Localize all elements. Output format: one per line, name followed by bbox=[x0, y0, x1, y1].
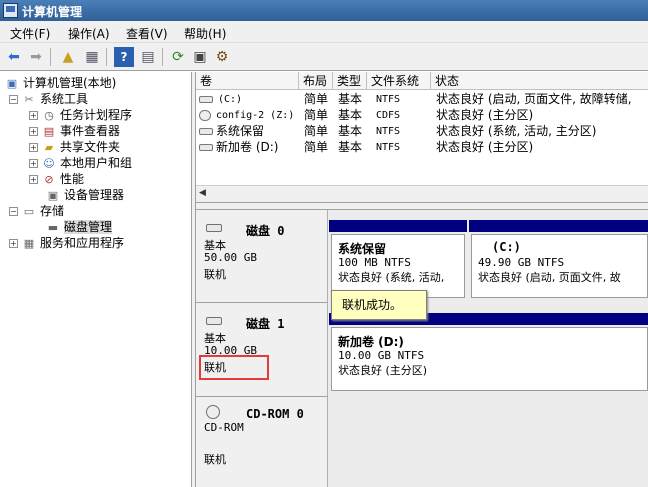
tree-item-performance[interactable]: + ⊘ 性能 bbox=[29, 171, 84, 187]
menu-view[interactable]: 查看(V) bbox=[126, 25, 168, 42]
users-icon: ☺ bbox=[43, 156, 55, 170]
horizontal-scrollbar[interactable]: ◀ bbox=[196, 185, 648, 202]
disk-name: CD-ROM 0 bbox=[246, 407, 304, 421]
partition-system-reserved[interactable]: 系统保留 100 MB NTFS 状态良好 (系统, 活动, bbox=[331, 234, 465, 298]
device-manager-icon: ▣ bbox=[47, 188, 59, 202]
list-header: 卷 布局 类型 文件系统 状态 bbox=[196, 72, 648, 90]
column-volume[interactable]: 卷 bbox=[196, 72, 299, 90]
help-icon[interactable]: ? bbox=[114, 47, 134, 67]
volume-icon bbox=[199, 128, 213, 135]
properties-icon[interactable]: ▤ bbox=[138, 47, 158, 67]
disk-state: 联机 bbox=[204, 268, 226, 281]
menu-help[interactable]: 帮助(H) bbox=[184, 25, 226, 42]
tools-icon: ✂ bbox=[24, 92, 34, 106]
show-hide-tree-icon[interactable]: ▦ bbox=[82, 47, 102, 67]
disk-management-icon: ▬ bbox=[47, 220, 59, 234]
table-row[interactable]: 新加卷 (D:) 简单 基本 NTFS 状态良好 (主分区) bbox=[196, 139, 648, 156]
cdrom-0-info[interactable]: CD-ROM 0 CD-ROM 联机 bbox=[196, 397, 328, 487]
disk-name: 磁盘 0 bbox=[246, 224, 285, 238]
toolbar-separator bbox=[162, 48, 163, 66]
column-status[interactable]: 状态 bbox=[431, 72, 648, 90]
column-type[interactable]: 类型 bbox=[333, 72, 367, 90]
up-folder-icon[interactable]: ▲ bbox=[58, 47, 78, 67]
volume-icon bbox=[199, 144, 213, 151]
tree-item-computer-management[interactable]: ▣ 计算机管理(本地) bbox=[5, 75, 117, 91]
settings-icon[interactable]: ⚙ bbox=[212, 47, 232, 67]
cd-rom-icon bbox=[206, 405, 220, 419]
refresh-icon[interactable]: ⟳ bbox=[168, 47, 188, 67]
scroll-left-icon[interactable]: ◀ bbox=[199, 188, 206, 198]
storage-icon: ▭ bbox=[23, 204, 35, 218]
toolbar-separator bbox=[50, 48, 51, 66]
tree-item-local-users[interactable]: + ☺ 本地用户和组 bbox=[29, 155, 132, 171]
clock-icon: ◷ bbox=[44, 108, 54, 122]
partition-header-bar bbox=[469, 220, 648, 232]
navigation-tree: ▣ 计算机管理(本地) − ✂ 系统工具 + ◷ 任务计划程序 + ▤ 事件查看器 + ▰ 共享文… bbox=[0, 72, 192, 487]
pane-divider[interactable] bbox=[196, 202, 648, 210]
tree-item-services-apps[interactable]: + ▦ 服务和应用程序 bbox=[9, 235, 124, 251]
export-icon[interactable]: ▣ bbox=[190, 47, 210, 67]
forward-arrow-icon[interactable]: ➡ bbox=[26, 47, 46, 67]
services-icon: ▦ bbox=[23, 236, 35, 250]
status-tooltip: 联机成功。 bbox=[331, 290, 427, 320]
menu-file[interactable]: 文件(F) bbox=[10, 25, 50, 42]
disk-graph-view: 磁盘 0 基本 50.00 GB 联机 系统保留 100 MB NTFS 状态良… bbox=[196, 210, 648, 487]
partition-c[interactable]: (C:) 49.90 GB NTFS 状态良好 (启动, 页面文件, 故 bbox=[471, 234, 648, 298]
computer-management-icon bbox=[3, 3, 18, 18]
expand-icon[interactable]: + bbox=[29, 127, 38, 136]
hard-disk-icon bbox=[206, 317, 222, 325]
tree-item-device-manager[interactable]: ▣ 设备管理器 bbox=[46, 187, 124, 203]
tree-item-shared-folders[interactable]: + ▰ 共享文件夹 bbox=[29, 139, 120, 155]
expand-icon[interactable]: + bbox=[29, 143, 38, 152]
title-bar: 计算机管理 bbox=[0, 0, 648, 21]
menu-bar: 文件(F) 操作(A) 查看(V) 帮助(H) bbox=[0, 21, 648, 43]
tree-item-disk-management[interactable]: ▬ 磁盘管理 bbox=[46, 219, 113, 235]
hard-disk-icon bbox=[206, 224, 222, 232]
event-log-icon: ▤ bbox=[43, 124, 55, 138]
highlight-box bbox=[199, 355, 269, 380]
computer-management-icon: ▣ bbox=[6, 76, 18, 90]
tree-item-system-tools[interactable]: − ✂ 系统工具 bbox=[9, 91, 88, 107]
window-title: 计算机管理 bbox=[22, 5, 83, 19]
disk-state: 联机 bbox=[204, 453, 226, 466]
expand-icon[interactable]: + bbox=[29, 159, 38, 168]
disk-type: CD-ROM bbox=[204, 421, 244, 434]
collapse-icon[interactable]: − bbox=[9, 207, 18, 216]
partition-header-bar bbox=[329, 220, 467, 232]
expand-icon[interactable]: + bbox=[29, 111, 38, 120]
column-filesystem[interactable]: 文件系统 bbox=[367, 72, 431, 90]
shared-folder-icon: ▰ bbox=[44, 140, 54, 154]
tree-item-task-scheduler[interactable]: + ◷ 任务计划程序 bbox=[29, 107, 132, 123]
table-row[interactable]: config-2 (Z:) 简单 基本 CDFS 状态良好 (主分区) bbox=[196, 107, 648, 124]
partition-d[interactable]: 新加卷 (D:) 10.00 GB NTFS 状态良好 (主分区) bbox=[331, 327, 648, 391]
table-row[interactable]: (C:) 简单 基本 NTFS 状态良好 (启动, 页面文件, 故障转储, bbox=[196, 91, 648, 108]
disk-1-info[interactable]: 磁盘 1 基本 10.00 GB 联机 bbox=[196, 303, 328, 397]
disk-size: 50.00 GB bbox=[204, 251, 257, 264]
performance-icon: ⊘ bbox=[44, 172, 54, 186]
tree-item-event-viewer[interactable]: + ▤ 事件查看器 bbox=[29, 123, 120, 139]
tree-item-storage[interactable]: − ▭ 存储 bbox=[9, 203, 64, 219]
back-arrow-icon[interactable]: ⬅ bbox=[4, 47, 24, 67]
disk-0-info[interactable]: 磁盘 0 基本 50.00 GB 联机 bbox=[196, 210, 328, 303]
column-layout[interactable]: 布局 bbox=[299, 72, 333, 90]
toolbar-separator bbox=[106, 48, 107, 66]
cd-volume-icon bbox=[199, 110, 211, 121]
disk-name: 磁盘 1 bbox=[246, 317, 285, 331]
volume-icon bbox=[199, 96, 213, 103]
table-row[interactable]: 系统保留 简单 基本 NTFS 状态良好 (系统, 活动, 主分区) bbox=[196, 123, 648, 140]
collapse-icon[interactable]: − bbox=[9, 95, 18, 104]
toolbar: ⬅ ➡ ▲ ▦ ? ▤ ⟳ ▣ ⚙ bbox=[0, 43, 648, 71]
expand-icon[interactable]: + bbox=[9, 239, 18, 248]
expand-icon[interactable]: + bbox=[29, 175, 38, 184]
menu-action[interactable]: 操作(A) bbox=[68, 25, 110, 42]
